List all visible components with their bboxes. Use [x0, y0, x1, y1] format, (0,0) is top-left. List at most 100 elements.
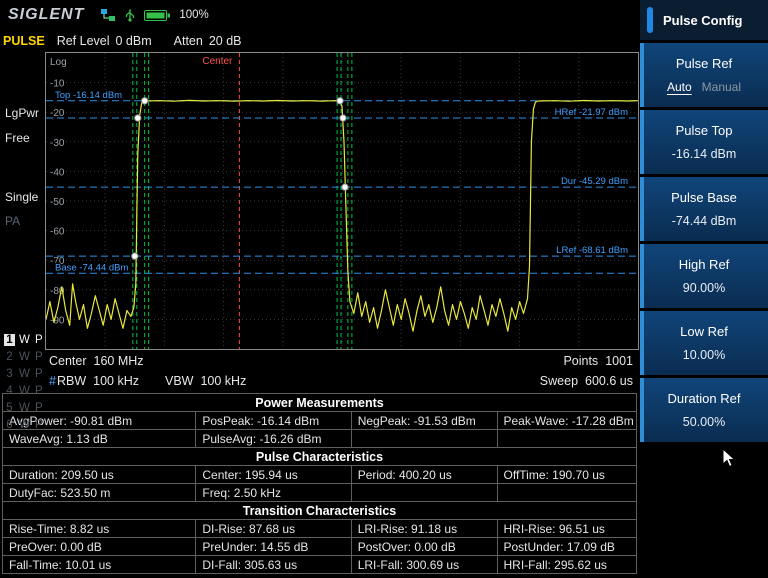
- menu-item-pulse-top[interactable]: Pulse Top -16.14 dBm: [640, 110, 768, 174]
- menu-accent: [640, 177, 644, 241]
- menu-item-pulse-ref[interactable]: Pulse Ref Auto Manual: [640, 43, 768, 107]
- trace-indicator-1: 1W P: [4, 331, 44, 348]
- sweep-label: Sweep: [540, 374, 578, 388]
- measurement-cell: AvgPower: -90.81 dBm: [3, 412, 196, 430]
- svg-text:Log: Log: [50, 57, 67, 68]
- measurement-cell: PosPeak: -16.14 dBm: [196, 412, 351, 430]
- menu-accent: [640, 378, 644, 442]
- measurement-cell: Center: 195.94 us: [196, 466, 351, 484]
- trace-mode: W P: [19, 334, 44, 346]
- menu-accent: [640, 110, 644, 174]
- measurement-cell: DI-Fall: 305.63 us: [196, 556, 351, 574]
- measurement-cell: DI-Rise: 87.68 us: [196, 520, 351, 538]
- center-freq-label: Center: [49, 354, 87, 368]
- table-section-row: Pulse Characteristics: [3, 448, 637, 466]
- option-auto[interactable]: Auto: [667, 80, 692, 94]
- svg-text:Center: Center: [202, 56, 233, 67]
- measurement-cell: Duration: 209.50 us: [3, 466, 196, 484]
- rbw-value[interactable]: 100 kHz: [93, 374, 139, 388]
- menu-accent: [640, 43, 644, 107]
- measurement-cell: [351, 484, 497, 502]
- menu-accent: [640, 244, 644, 308]
- status-icons: 100%: [100, 8, 208, 22]
- measurement-cell: NegPeak: -91.53 dBm: [351, 412, 497, 430]
- menu-item-value: -16.14 dBm: [672, 147, 737, 161]
- softkey-menu: Pulse Config Pulse Ref Auto Manual Pulse…: [640, 0, 768, 578]
- menu-item-duration-ref[interactable]: Duration Ref 50.00%: [640, 378, 768, 442]
- menu-header: Pulse Config: [640, 0, 768, 40]
- measurement-cell: Period: 400.20 us: [351, 466, 497, 484]
- measurement-cell: Freq: 2.50 kHz: [196, 484, 351, 502]
- table-row: Duration: 209.50 usCenter: 195.94 usPeri…: [3, 466, 637, 484]
- axis-row-2: # RBW 100 kHz VBW 100 kHz Sweep 600.6 us: [45, 372, 637, 390]
- usb-icon: [123, 8, 137, 22]
- svg-text:HRef -21.97 dBm: HRef -21.97 dBm: [555, 107, 628, 118]
- vbw-value[interactable]: 100 kHz: [200, 374, 246, 388]
- svg-text:Base -74.44 dBm: Base -74.44 dBm: [55, 262, 128, 273]
- table-row: PreOver: 0.00 dBPreUnder: 14.55 dBPostOv…: [3, 538, 637, 556]
- center-freq-value[interactable]: 160 MHz: [94, 354, 144, 368]
- svg-text:-30: -30: [50, 138, 65, 149]
- measurement-cell: PreUnder: 14.55 dB: [196, 538, 351, 556]
- trace-indicator-3: 3W P: [4, 365, 44, 382]
- analyzer-screen: SIGLENT 100% PULSE Ref Level 0 dBm: [0, 0, 768, 578]
- measurement-cell: PostOver: 0.00 dB: [351, 538, 497, 556]
- mouse-cursor: [722, 448, 738, 468]
- menu-item-label: Pulse Top: [676, 123, 733, 138]
- vbw-label: VBW: [165, 374, 193, 388]
- mode-label: PULSE: [3, 34, 45, 48]
- measurement-cell: HRI-Fall: 295.62 us: [497, 556, 637, 574]
- menu-grip-icon: [647, 7, 653, 33]
- menu-item-high-ref[interactable]: High Ref 90.00%: [640, 244, 768, 308]
- top-bar: SIGLENT 100%: [0, 0, 640, 30]
- table-section-title: Transition Characteristics: [3, 502, 637, 520]
- menu-accent: [640, 311, 644, 375]
- svg-text:Top -16.14 dBm: Top -16.14 dBm: [55, 90, 122, 101]
- trace-mode: W P: [19, 368, 44, 380]
- measurement-cell: [497, 484, 637, 502]
- menu-item-label: Low Ref: [680, 324, 728, 339]
- detector-label: LgPwr: [5, 106, 39, 120]
- menu-item-label: Duration Ref: [668, 391, 741, 406]
- table-row: Rise-Time: 8.82 usDI-Rise: 87.68 usLRI-R…: [3, 520, 637, 538]
- measurement-cell: Fall-Time: 10.01 us: [3, 556, 196, 574]
- status-row: PULSE Ref Level 0 dBm Atten 20 dB: [0, 30, 640, 52]
- points-value: 1001: [605, 354, 633, 368]
- table-section-row: Transition Characteristics: [3, 502, 637, 520]
- table-row: WaveAvg: 1.13 dBPulseAvg: -16.26 dBm: [3, 430, 637, 448]
- menu-item-value: 50.00%: [683, 415, 725, 429]
- pulse-trace-chart: Log-10-20-30-40-50-60-70-80-90CenterTop …: [46, 53, 638, 349]
- ref-level-value[interactable]: 0 dBm: [116, 34, 152, 48]
- menu-item-label: Pulse Ref: [676, 56, 732, 71]
- table-section-title: Power Measurements: [3, 394, 637, 412]
- menu-title: Pulse Config: [663, 13, 742, 28]
- measurement-cell: [497, 430, 637, 448]
- menu-item-label: Pulse Base: [671, 190, 737, 205]
- table-section-title: Pulse Characteristics: [3, 448, 637, 466]
- pulse-ref-options: Auto Manual: [667, 80, 741, 94]
- lan-icon: [100, 8, 116, 22]
- waveform-plot[interactable]: Log-10-20-30-40-50-60-70-80-90CenterTop …: [45, 52, 639, 350]
- option-manual[interactable]: Manual: [702, 80, 741, 94]
- measurement-cell: [351, 430, 497, 448]
- trace-number: 2: [4, 351, 15, 363]
- svg-text:-10: -10: [50, 79, 65, 90]
- trigger-label: Free: [5, 131, 30, 145]
- menu-item-low-ref[interactable]: Low Ref 10.00%: [640, 311, 768, 375]
- svg-text:-90: -90: [50, 315, 65, 326]
- atten-value[interactable]: 20 dB: [209, 34, 242, 48]
- trace-mode: W P: [19, 351, 44, 363]
- measurement-cell: DutyFac: 523.50 m: [3, 484, 196, 502]
- rbw-manual-flag: #: [49, 374, 56, 388]
- menu-item-value: 10.00%: [683, 348, 725, 362]
- points-label: Points: [563, 354, 598, 368]
- measurement-table: Power MeasurementsAvgPower: -90.81 dBmPo…: [2, 393, 637, 574]
- svg-text:LRef -68.61 dBm: LRef -68.61 dBm: [556, 245, 628, 256]
- measurement-cell: Peak-Wave: -17.28 dBm: [497, 412, 637, 430]
- sweep-value: 600.6 us: [585, 374, 633, 388]
- sweep-mode-label: Single: [5, 190, 38, 204]
- table-row: DutyFac: 523.50 mFreq: 2.50 kHz: [3, 484, 637, 502]
- menu-item-value: 90.00%: [683, 281, 725, 295]
- menu-item-pulse-base[interactable]: Pulse Base -74.44 dBm: [640, 177, 768, 241]
- measurement-cell: Rise-Time: 8.82 us: [3, 520, 196, 538]
